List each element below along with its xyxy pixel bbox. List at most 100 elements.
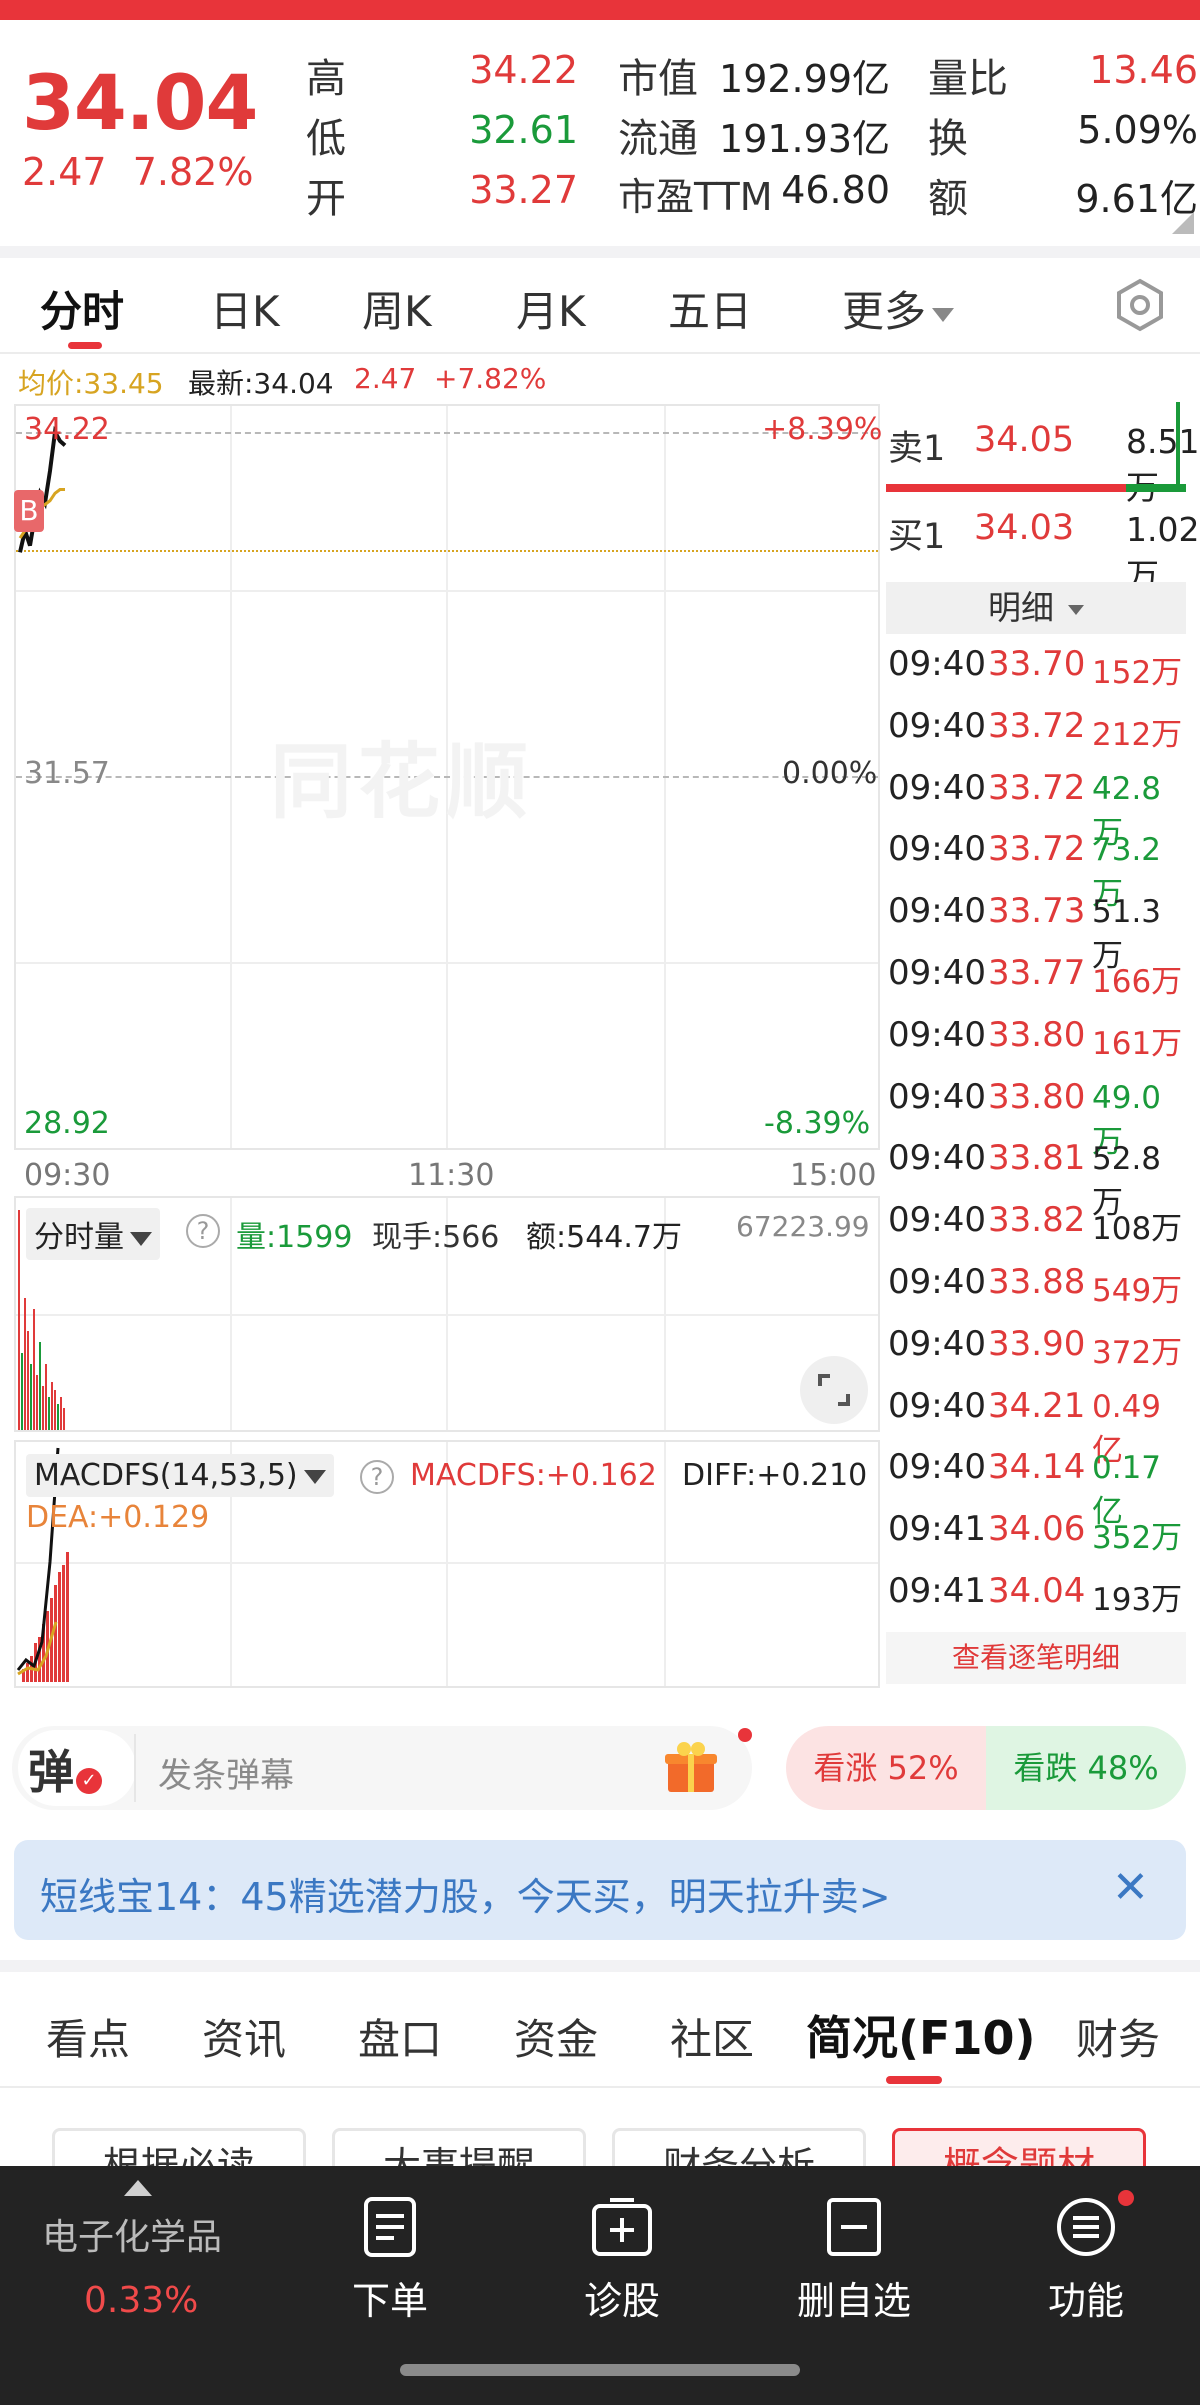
tab-order-book[interactable]: 盘口 bbox=[358, 2006, 442, 2067]
tick-volume: 161万 bbox=[1092, 1025, 1183, 1062]
ask-row[interactable]: 卖1 34.05 8.51万 bbox=[888, 420, 1199, 507]
info-change-pct: +7.82% bbox=[434, 362, 547, 395]
home-indicator[interactable] bbox=[400, 2364, 800, 2376]
settings-hex-icon[interactable] bbox=[1112, 277, 1168, 333]
tick-row: 09:41 34.06 352万 bbox=[888, 1509, 1188, 1571]
tick-row: 09:40 33.72 73.2万 bbox=[888, 829, 1188, 912]
bid-label: 买1 bbox=[888, 517, 946, 557]
tick-time: 09:40 bbox=[888, 1385, 986, 1426]
macd-selector-label: MACDFS(14,53,5) bbox=[34, 1458, 298, 1493]
tick-time: 09:40 bbox=[888, 829, 986, 870]
tick-time: 09:40 bbox=[888, 1076, 986, 1117]
chevron-down-icon bbox=[932, 307, 955, 322]
volume-selector-label: 分时量 bbox=[34, 1220, 124, 1255]
tick-volume: 372万 bbox=[1092, 1334, 1183, 1371]
tab-active-indicator bbox=[68, 342, 102, 349]
price-change-pct: 7.82% bbox=[132, 150, 254, 194]
tab-weekly-k[interactable]: 周K bbox=[362, 278, 432, 339]
fullscreen-button[interactable] bbox=[800, 1356, 868, 1424]
time-label-start: 09:30 bbox=[24, 1158, 111, 1193]
tick-price: 33.70 bbox=[988, 644, 1086, 684]
volume-bar bbox=[60, 1397, 62, 1430]
nav-remove-watchlist[interactable]: 删自选 bbox=[774, 2196, 934, 2325]
axis-bottom-price: 28.92 bbox=[24, 1106, 110, 1141]
tick-price: 33.72 bbox=[988, 829, 1086, 870]
buy-marker[interactable]: B bbox=[14, 490, 44, 532]
gift-icon[interactable] bbox=[662, 1738, 720, 1796]
tab-capital[interactable]: 资金 bbox=[514, 2006, 598, 2067]
tick-time: 09:40 bbox=[888, 767, 986, 808]
tab-f10[interactable]: 简况(F10) bbox=[806, 2002, 1035, 2068]
ask-price: 34.05 bbox=[974, 420, 1075, 460]
tab-financials[interactable]: 财务 bbox=[1076, 2006, 1160, 2067]
section-divider bbox=[0, 246, 1200, 258]
tab-active-indicator bbox=[886, 2076, 942, 2084]
volume-bar bbox=[24, 1298, 26, 1430]
nav-functions[interactable]: 功能 bbox=[1006, 2196, 1166, 2325]
tick-price: 33.72 bbox=[988, 767, 1086, 808]
pe-value: 46.80 bbox=[781, 168, 890, 212]
bid-ask-ratio-bar bbox=[886, 484, 1186, 492]
expand-corner-icon[interactable] bbox=[1172, 212, 1194, 234]
tab-monthly-k[interactable]: 月K bbox=[516, 278, 586, 339]
nav-place-order[interactable]: 下单 bbox=[310, 2196, 470, 2325]
sector-name[interactable]: 电子化学品 bbox=[42, 2208, 222, 2260]
tab-highlights[interactable]: 看点 bbox=[46, 2006, 130, 2067]
tick-volume: 549万 bbox=[1092, 1273, 1183, 1309]
notification-dot bbox=[1118, 2190, 1134, 2206]
tab-daily-k[interactable]: 日K bbox=[210, 278, 280, 339]
tick-price: 33.80 bbox=[988, 1014, 1086, 1055]
tick-row: 09:40 33.81 52.8万 bbox=[888, 1138, 1188, 1221]
turnover-label: 换 bbox=[928, 116, 968, 162]
tick-volume: 212万 bbox=[1092, 716, 1183, 753]
tab-news[interactable]: 资讯 bbox=[202, 2006, 286, 2067]
grid-line bbox=[16, 1562, 878, 1564]
volume-bar bbox=[48, 1397, 50, 1430]
tab-more[interactable]: 更多 bbox=[842, 278, 955, 339]
danmu-icon: 弹 bbox=[28, 1745, 74, 1799]
nav-diagnose[interactable]: 诊股 bbox=[542, 2196, 702, 2325]
grid-line bbox=[16, 1314, 878, 1316]
section-divider bbox=[0, 1960, 1200, 1972]
volratio-value: 13.46 bbox=[1089, 48, 1198, 92]
open-value: 33.27 bbox=[469, 168, 578, 212]
promo-banner-text[interactable]: 短线宝14：45精选潜力股，今天买，明天拉升卖> bbox=[40, 1866, 891, 1921]
tabs-divider bbox=[0, 2086, 1200, 2088]
macd-selector[interactable]: MACDFS(14,53,5) bbox=[26, 1454, 334, 1497]
tick-row: 09:40 33.82 108万 bbox=[888, 1200, 1188, 1262]
danmu-input[interactable]: 发条弹幕 bbox=[158, 1748, 294, 1797]
tick-time: 09:40 bbox=[888, 1262, 986, 1302]
volume-max: 67223.99 bbox=[736, 1210, 870, 1243]
ask-label: 卖1 bbox=[888, 429, 946, 469]
tick-row: 09:40 33.72 42.8万 bbox=[888, 767, 1188, 851]
tick-price: 33.81 bbox=[988, 1138, 1086, 1179]
help-icon[interactable]: ? bbox=[186, 1214, 220, 1248]
bullish-vote-button[interactable]: 看涨 52% bbox=[786, 1726, 986, 1810]
bid-price: 34.03 bbox=[974, 508, 1075, 548]
bid-row[interactable]: 买1 34.03 1.02万 bbox=[888, 508, 1199, 595]
tick-row: 09:41 34.04 193万 bbox=[888, 1571, 1188, 1633]
tick-row: 09:40 34.14 0.17亿 bbox=[888, 1447, 1188, 1530]
volume-selector[interactable]: 分时量 bbox=[26, 1208, 160, 1260]
tab-intraday[interactable]: 分时 bbox=[40, 278, 124, 339]
tick-time: 09:40 bbox=[888, 1200, 986, 1241]
help-icon[interactable]: ? bbox=[360, 1460, 394, 1494]
time-label-end: 15:00 bbox=[790, 1158, 877, 1193]
detail-header[interactable]: 明细 bbox=[886, 582, 1186, 634]
view-tick-detail-button[interactable]: 查看逐笔明细 bbox=[886, 1632, 1186, 1684]
tick-time: 09:41 bbox=[888, 1509, 986, 1550]
tick-price: 33.82 bbox=[988, 1200, 1086, 1241]
tab-community[interactable]: 社区 bbox=[670, 2006, 754, 2067]
close-icon[interactable]: ✕ bbox=[1112, 1862, 1149, 1913]
volratio-label: 量比 bbox=[928, 56, 1008, 102]
tab-five-day[interactable]: 五日 bbox=[668, 278, 752, 339]
nav-label: 诊股 bbox=[583, 2279, 660, 2323]
tick-price: 34.04 bbox=[988, 1571, 1086, 1611]
chevron-up-icon[interactable] bbox=[124, 2180, 152, 2196]
volume-bar bbox=[51, 1381, 53, 1430]
tick-price: 33.90 bbox=[988, 1323, 1086, 1364]
chevron-down-icon bbox=[1068, 604, 1084, 615]
chevron-down-icon bbox=[130, 1231, 152, 1246]
volume-bar bbox=[21, 1353, 23, 1430]
bearish-vote-button[interactable]: 看跌 48% bbox=[986, 1726, 1186, 1810]
